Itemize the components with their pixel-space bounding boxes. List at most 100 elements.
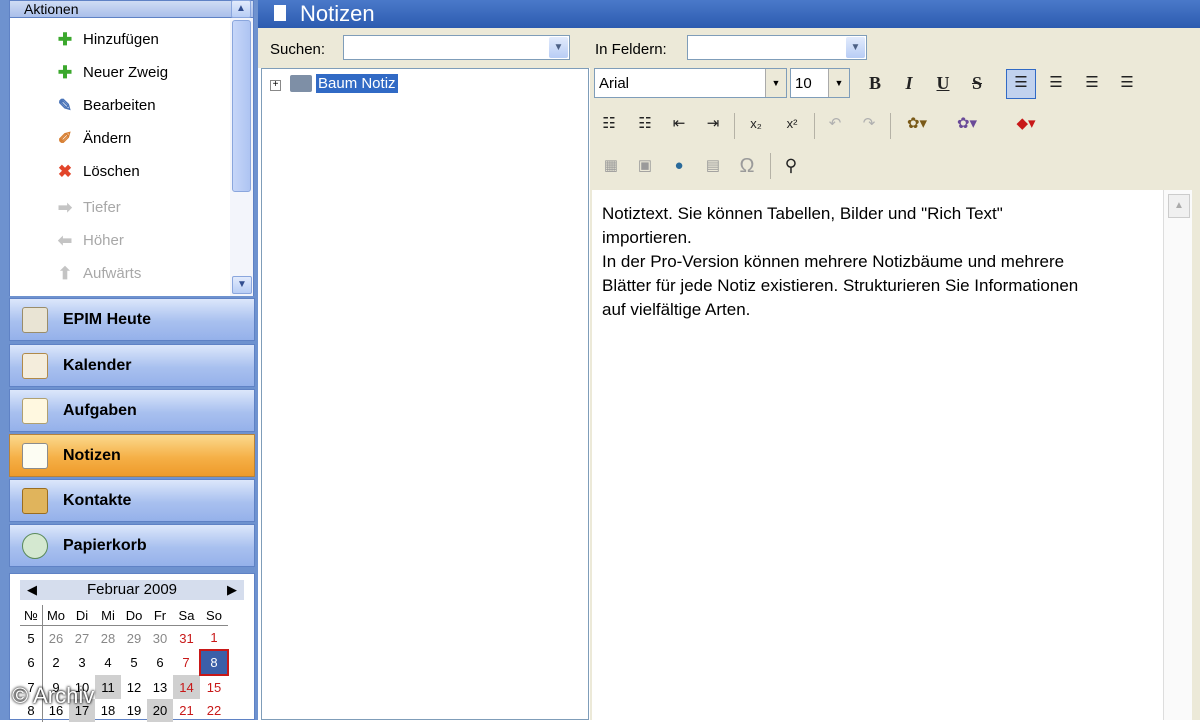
text-color-icon[interactable]: ✿▾ <box>948 111 986 137</box>
nav-epim-heute[interactable]: EPIM Heute <box>9 298 255 341</box>
calendar-day[interactable]: 2 <box>43 650 70 675</box>
tree-node-root[interactable]: Baum Notiz <box>316 74 398 93</box>
calendar-day[interactable]: 11 <box>95 675 121 699</box>
nav-label: Kontakte <box>63 492 132 509</box>
italic-button[interactable]: I <box>896 70 922 96</box>
action-modify[interactable]: ✐ Ändern <box>55 127 132 151</box>
calendar-day[interactable]: 29 <box>121 626 147 651</box>
calendar-day[interactable]: 27 <box>69 626 95 651</box>
calendar-day[interactable]: 13 <box>147 675 173 699</box>
bullet-list-icon[interactable]: ☷ <box>632 111 658 137</box>
actions-scroll-thumb[interactable] <box>232 20 251 192</box>
calendar-day[interactable]: 30 <box>147 626 173 651</box>
subscript-icon[interactable]: x₂ <box>742 111 770 137</box>
undo-icon[interactable]: ↶ <box>822 111 848 137</box>
nav-notizen[interactable]: Notizen <box>9 434 255 477</box>
search-input[interactable]: ▼ <box>343 35 570 60</box>
underline-button[interactable]: U <box>930 70 956 96</box>
fields-label: In Feldern: <box>595 41 667 58</box>
calendar-day[interactable]: 28 <box>95 626 121 651</box>
special-char-icon[interactable]: Ω <box>734 153 760 179</box>
find-icon[interactable]: ⚲ <box>778 153 804 179</box>
note-line: Blätter für jede Notiz existieren. Struk… <box>602 276 1079 295</box>
calendar-day[interactable]: 21 <box>173 699 200 722</box>
indent-icon[interactable]: ⇥ <box>700 111 726 137</box>
note-line: importieren. <box>602 228 692 247</box>
font-select[interactable]: Arial ▼ <box>594 68 787 98</box>
calendar-day-today[interactable]: 8 <box>199 649 229 676</box>
action-upward[interactable]: ⬆ Aufwärts <box>55 262 141 286</box>
align-right-icon[interactable]: ☰ <box>1078 70 1106 96</box>
action-edit[interactable]: ✎ Bearbeiten <box>55 94 156 118</box>
calendar-day[interactable]: 20 <box>147 699 173 722</box>
calendar-day[interactable]: 6 <box>147 650 173 675</box>
background-color-icon[interactable]: ✿▾ <box>898 111 936 137</box>
calendar-day[interactable]: 12 <box>121 675 147 699</box>
arrow-left-icon: ⬅ <box>57 231 73 251</box>
nav-kontakte[interactable]: Kontakte <box>9 479 255 522</box>
calendar-day[interactable]: 7 <box>173 650 200 675</box>
chevron-down-icon[interactable]: ▼ <box>846 37 865 58</box>
outdent-icon[interactable]: ⇤ <box>666 111 692 137</box>
fields-select[interactable]: ▼ <box>687 35 867 60</box>
calendar-day[interactable]: 18 <box>95 699 121 722</box>
weekday-header: Di <box>69 605 95 626</box>
actions-header[interactable]: Aktionen ▲ <box>9 0 254 18</box>
note-line: Notiztext. Sie können Tabellen, Bilder u… <box>602 204 1003 223</box>
next-month-icon[interactable]: ▶ <box>222 580 242 600</box>
align-justify-icon[interactable]: ☰ <box>1113 70 1141 96</box>
font-size-value: 10 <box>795 75 812 92</box>
chevron-down-icon[interactable]: ▼ <box>765 69 786 97</box>
bold-button[interactable]: B <box>862 70 888 96</box>
note-text[interactable]: Notiztext. Sie können Tabellen, Bilder u… <box>602 202 1158 322</box>
superscript-icon[interactable]: x² <box>778 111 806 137</box>
action-label: Tiefer <box>83 199 121 216</box>
calendar-day[interactable]: 15 <box>200 675 228 699</box>
nav-kalender[interactable]: Kalender <box>9 344 255 387</box>
font-size-select[interactable]: 10 ▼ <box>790 68 850 98</box>
separator <box>890 113 891 139</box>
calendar-day[interactable]: 26 <box>43 626 70 651</box>
edit-icon: ✎ <box>57 96 73 116</box>
action-deeper[interactable]: ➡ Tiefer <box>55 196 121 220</box>
scroll-up-button[interactable]: ▲ <box>231 0 251 18</box>
action-label: Ändern <box>83 130 132 147</box>
expand-icon[interactable]: + <box>270 80 281 91</box>
action-new-branch[interactable]: ✚ Neuer Zweig <box>55 61 168 85</box>
nav-aufgaben[interactable]: Aufgaben <box>9 389 255 432</box>
chevron-down-icon[interactable]: ▼ <box>549 37 568 58</box>
calendar-day[interactable]: 5 <box>121 650 147 675</box>
weekday-header: Sa <box>173 605 200 626</box>
calendar-day[interactable]: 22 <box>200 699 228 722</box>
action-delete[interactable]: ✖ Löschen <box>55 160 140 184</box>
table-icon[interactable]: ▦ <box>598 153 624 179</box>
action-higher[interactable]: ⬅ Höher <box>55 229 124 253</box>
align-center-icon[interactable]: ☰ <box>1042 70 1070 96</box>
calendar-day[interactable]: 31 <box>173 626 200 651</box>
list-toolbar: ☷ ☷ ⇤ ⇥ x₂ x² ↶ ↷ ✿▾ ✿▾ ◆▾ <box>592 111 1200 149</box>
strikethrough-button[interactable]: S <box>964 70 990 96</box>
fill-color-icon[interactable]: ◆▾ <box>1006 111 1046 137</box>
date-icon[interactable]: ▤ <box>700 153 726 179</box>
action-add[interactable]: ✚ Hinzufügen <box>55 28 159 52</box>
calendar-day[interactable]: 4 <box>95 650 121 675</box>
web-link-icon[interactable]: ● <box>666 153 692 179</box>
calendar-day[interactable]: 3 <box>69 650 95 675</box>
weekday-header: So <box>200 605 228 626</box>
scroll-up-icon[interactable]: ▲ <box>1168 194 1190 218</box>
redo-icon[interactable]: ↷ <box>856 111 882 137</box>
calendar-icon <box>22 353 48 379</box>
calendar-day[interactable]: 1 <box>200 626 228 651</box>
insert-toolbar: ▦ ▣ ● ▤ Ω ⚲ <box>592 153 1200 191</box>
editor-scrollbar[interactable]: ▲ <box>1163 190 1192 720</box>
scroll-down-button[interactable]: ▼ <box>232 276 252 294</box>
numbered-list-icon[interactable]: ☷ <box>596 111 622 137</box>
nav-papierkorb[interactable]: Papierkorb <box>9 524 255 567</box>
calendar-day[interactable]: 14 <box>173 675 200 699</box>
image-icon[interactable]: ▣ <box>632 153 658 179</box>
note-editor[interactable]: Notiztext. Sie können Tabellen, Bilder u… <box>592 190 1163 720</box>
chevron-down-icon[interactable]: ▼ <box>828 69 849 97</box>
calendar-day[interactable]: 19 <box>121 699 147 722</box>
new-branch-icon: ✚ <box>57 63 73 83</box>
align-left-icon[interactable]: ☰ <box>1006 69 1036 99</box>
